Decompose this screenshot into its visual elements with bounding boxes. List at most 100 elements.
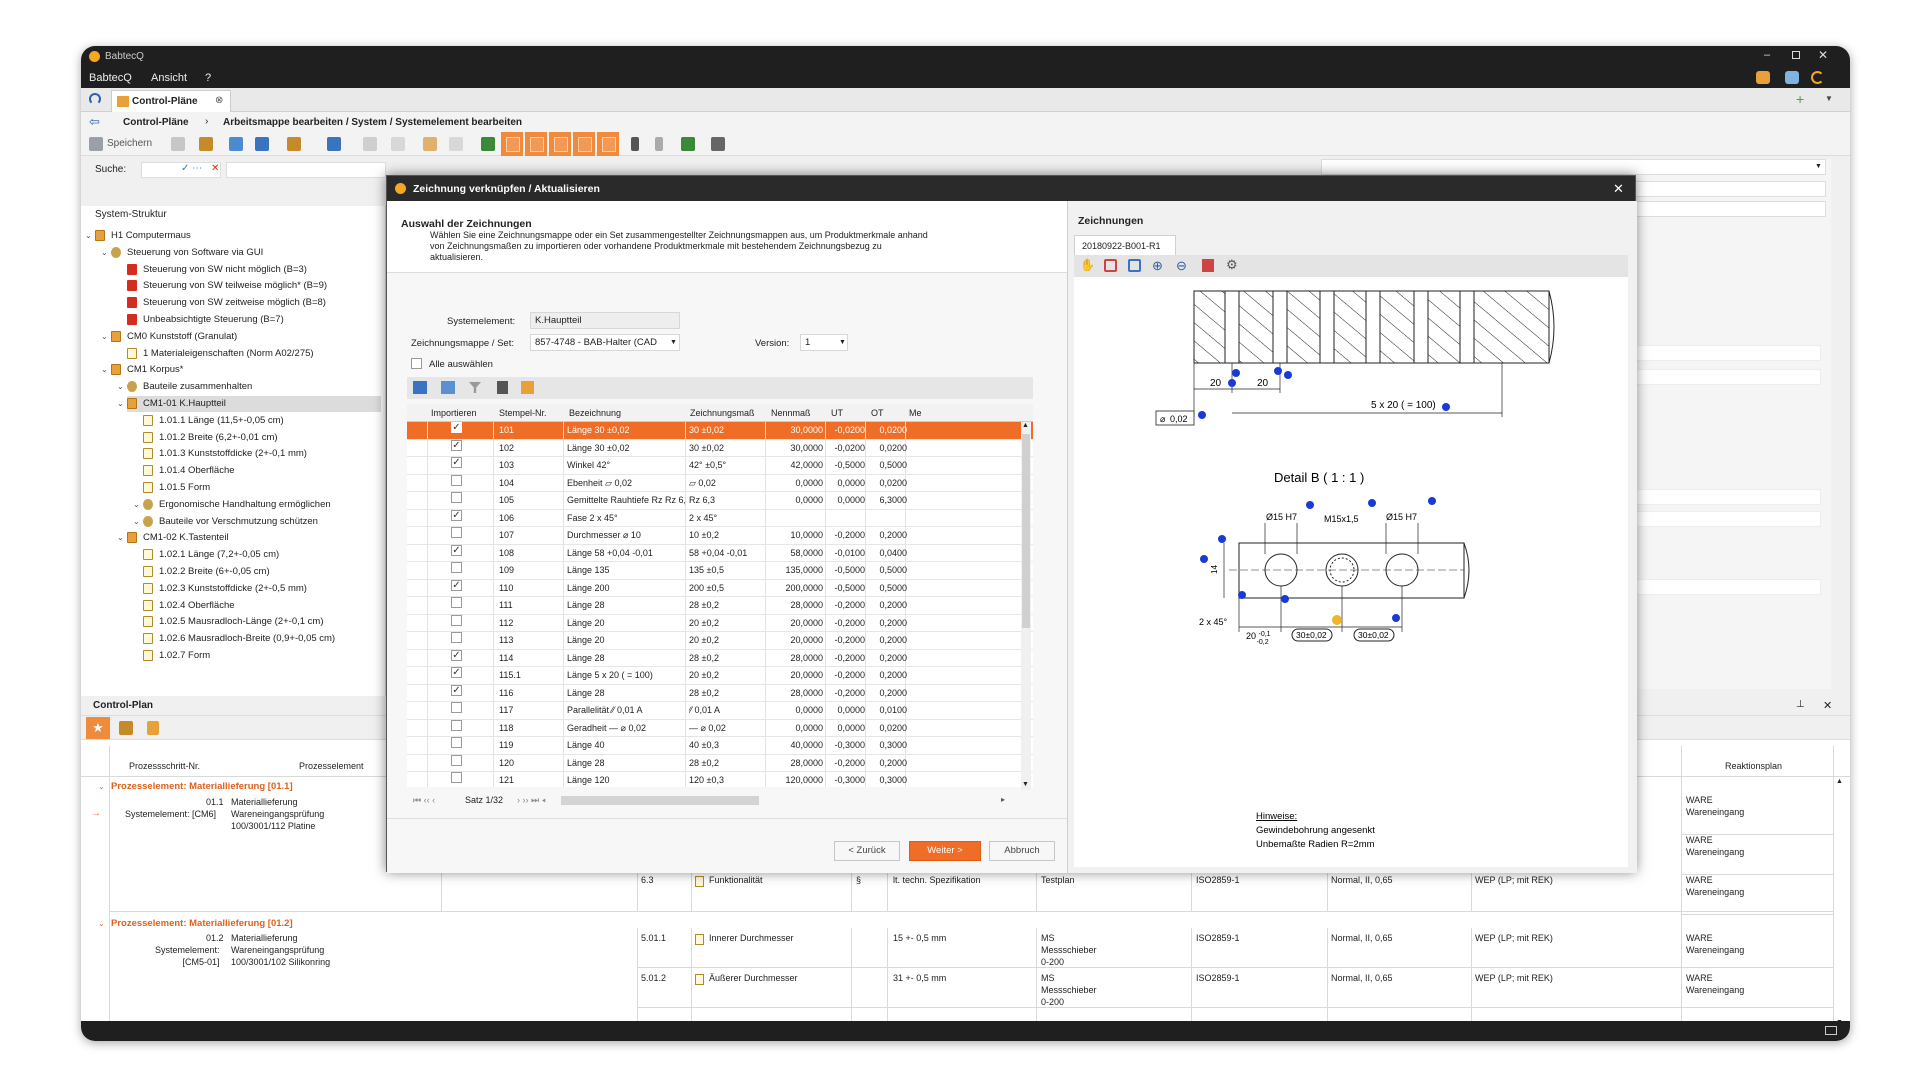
tree-item[interactable]: ⌄ CM1 Korpus* [101,362,381,378]
copy-plan-icon[interactable] [119,721,133,735]
tree-item[interactable]: ⌄ Ergonomische Handhaltung ermöglichen [133,497,381,513]
col-stempel[interactable]: Stempel-Nr. [499,404,547,422]
import-checkbox[interactable] [451,702,462,713]
tree-item[interactable]: ⌄ Bauteile zusammenhalten [117,379,381,395]
search-confirm-icon[interactable]: ✓ ⋯ [181,163,202,174]
list-settings-icon[interactable] [521,381,534,394]
tree-item[interactable]: 1.01.5 Form [143,480,381,496]
table-row[interactable]: ✓ 103 Winkel 42° 42° ±0,5° 42,0000 -0,5000 0,5… [407,457,1033,475]
table-row[interactable]: ✓ 101 Länge 30 ±0,02 30 ±0,02 30,0000 -0,0200… [407,422,1033,440]
tree-icon[interactable] [481,137,495,151]
pager-first-icon[interactable]: ⏮ ‹‹ ‹ [413,795,435,806]
table-row[interactable]: 109 Länge 135 135 ±0,5 135,0000 -0,5000 0,500… [407,562,1033,580]
import-checkbox[interactable]: ✓ [451,649,462,661]
expand-toggle-icon[interactable]: ⌄ [101,329,108,345]
breadcrumb-root[interactable]: Control-Pläne [123,117,189,128]
grid-view-icon[interactable] [413,381,427,394]
pan-hand-icon[interactable]: ✋ [1080,258,1095,272]
group-title[interactable]: Prozesselement: Materiallieferung [01.1] [111,781,293,793]
add-icon[interactable] [287,137,301,151]
import-checkbox[interactable]: ✓ [451,422,462,433]
import-checkbox[interactable] [451,737,462,748]
zoom-fit-icon[interactable] [1128,259,1141,272]
back-arrow-icon[interactable]: ⇦ [89,114,100,130]
export-icon[interactable] [449,137,463,151]
import-checkbox[interactable] [451,492,462,503]
select-all-checkbox[interactable] [411,358,422,369]
table-row[interactable]: 112 Länge 20 20 ±0,2 20,0000 -0,2000 0,2000 [407,614,1033,632]
tree-item[interactable]: 1.02.5 Mausradloch-Länge (2+-0,1 cm) [143,614,381,630]
table-row[interactable]: ✓ 108 Länge 58 +0,04 -0,01 58 +0,04 -0,01 58… [407,544,1033,562]
tree-item[interactable]: 1.02.4 Oberfläche [143,598,381,614]
tree-item[interactable]: 1.02.6 Mausradloch-Breite (0,9+-0,05 cm) [143,631,381,647]
feature-icon-4[interactable] [573,132,595,156]
bookmark-icon[interactable] [631,137,639,151]
table-row[interactable]: 120 Länge 28 28 ±0,2 28,0000 -0,2000 0,2000 [407,754,1033,772]
menu-item-ansicht[interactable]: Ansicht [151,72,187,84]
drawing-tab[interactable]: 20180922-B001-R1 [1074,235,1176,255]
tree-item[interactable]: ⌄ Steuerung von Software via GUI [101,245,381,261]
col-zeichnungsmass[interactable]: Zeichnungsmaß [690,404,755,422]
table-row[interactable]: 113 Länge 20 20 ±0,2 20,0000 -0,2000 0,2000 [407,632,1033,650]
expand-toggle-icon[interactable]: ⌄ [133,514,140,530]
import-checkbox[interactable]: ✓ [451,684,462,696]
import-checkbox[interactable]: ✓ [451,544,462,556]
link-icon[interactable] [391,137,405,151]
table-row[interactable]: ✓ 116 Länge 28 28 ±0,2 28,0000 -0,2000 0,2000 [407,684,1033,702]
expand-toggle-icon[interactable]: ⌄ [133,497,140,513]
table-row[interactable]: 119 Länge 40 40 ±0,3 40,0000 -0,3000 0,3000 [407,737,1033,755]
search-clear-icon[interactable]: ✕ [211,163,219,174]
feature-icon-2[interactable] [525,132,547,156]
tree-item[interactable]: Steuerung von SW teilweise möglich* (B=9… [127,278,381,294]
tree-item[interactable]: ⌄ CM1-01 K.Hauptteil [117,396,381,412]
tree-item[interactable]: Steuerung von SW nicht möglich (B=3) [127,262,381,278]
refresh-icon[interactable] [1811,71,1824,84]
group-title[interactable]: Prozesselement: Materiallieferung [01.2] [111,918,293,930]
import-checkbox[interactable]: ✓ [451,579,462,591]
dialog-close-icon[interactable]: ✕ [1613,181,1624,197]
feature-icon-1[interactable] [501,132,523,156]
tree-item[interactable]: 1.01.1 Länge (11,5+-0,05 cm) [143,413,381,429]
collapse-icon[interactable]: ⌄ [98,919,105,928]
import-checkbox[interactable]: ✓ [451,667,462,678]
table-row[interactable]: 121 Länge 120 120 ±0,3 120,0000 -0,3000 0,300… [407,772,1033,787]
tree-item[interactable]: ⌄ CM1-02 K.Tastenteil [117,530,381,546]
scroll-up-icon[interactable]: ▲ [1836,778,1843,785]
tree-item[interactable]: 1.02.2 Breite (6+-0,05 cm) [143,564,381,580]
structure-icon[interactable] [327,137,341,151]
cancel-button[interactable]: Abbruch [989,841,1055,861]
tree-item[interactable]: ⌄ H1 Computermaus [85,228,381,244]
tab-close-icon[interactable]: ⊗ [215,95,223,106]
search-extra-field[interactable] [226,162,386,178]
expand-toggle-icon[interactable]: ⌄ [101,245,108,261]
zoom-in-icon[interactable]: ⊕ [1152,258,1163,274]
grid-scrollbar[interactable]: ▲ ▼ [1021,422,1031,790]
tree-item[interactable]: 1.02.7 Form [143,648,381,664]
tab-control-plaene[interactable]: Control-Pläne ⊗ [111,90,231,112]
feature-icon-3[interactable] [549,132,571,156]
table-row[interactable]: ✓ 102 Länge 30 ±0,02 30 ±0,02 30,0000 -0,0200… [407,439,1033,457]
tree-item[interactable]: 1.02.1 Länge (7,2+-0,05 cm) [143,547,381,563]
bookmark-remove-icon[interactable] [655,137,663,151]
import-checkbox[interactable] [451,562,462,573]
horizontal-scroll-thumb[interactable] [561,796,759,805]
drawing-folder-select[interactable]: 857-4748 - BAB-Halter (CAD [530,334,680,351]
filter-icon[interactable] [469,382,481,393]
print-icon[interactable] [711,137,725,151]
import-checkbox[interactable] [451,474,462,486]
drawing-canvas[interactable]: 20 20 5 x 20 ( = 100) ⌀ 0,02 Detail B ( … [1074,277,1628,867]
pager-next-icon[interactable]: › ›› ⏭ ◂ [517,795,546,806]
export-grid-icon[interactable] [497,381,508,394]
import-icon[interactable] [423,137,437,151]
table-row[interactable]: ✓ 115.1 Länge 5 x 20 ( = 100) 20 ±0,2 20,000… [407,667,1033,685]
table-row[interactable]: ✓ 106 Fase 2 x 45° 2 x 45° [407,509,1033,527]
copy-icon[interactable] [229,137,243,151]
import-checkbox[interactable] [451,527,462,538]
col-ot[interactable]: OT [871,404,884,422]
grid-scroll-down-icon[interactable]: ▼ [1022,781,1029,788]
table-row[interactable]: 107 Durchmesser ⌀ 10 10 ±0,2 10,0000 -0,2000… [407,527,1033,545]
import-checkbox[interactable] [451,754,462,766]
col-importieren[interactable]: Importieren [431,404,477,422]
table-row[interactable]: 105 Gemittelte Rauhtiefe Rz Rz 6,3 Rz 6,3 0… [407,492,1033,510]
minimize-icon[interactable]: – [1764,49,1770,61]
